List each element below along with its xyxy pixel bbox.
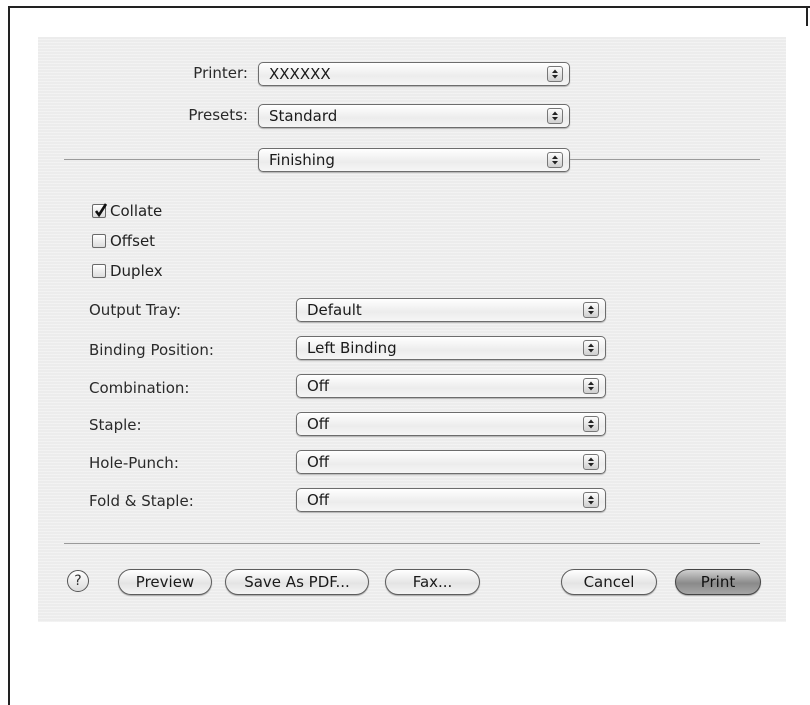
help-button[interactable]: ? — [67, 570, 89, 592]
popup-arrows-icon — [583, 492, 599, 508]
pane-popup[interactable]: Finishing — [258, 148, 570, 172]
fold-staple-value: Off — [307, 491, 330, 509]
printer-popup[interactable]: XXXXXX — [258, 62, 570, 86]
staple-popup[interactable]: Off — [296, 412, 606, 436]
presets-value: Standard — [269, 107, 338, 125]
popup-arrows-icon — [583, 302, 599, 318]
fold-staple-label: Fold & Staple: — [89, 492, 194, 510]
frame-border-top — [8, 6, 810, 8]
frame-border-right — [806, 6, 808, 26]
presets-popup[interactable]: Standard — [258, 104, 570, 128]
hole-punch-value: Off — [307, 453, 330, 471]
hole-punch-popup[interactable]: Off — [296, 450, 606, 474]
pane-separator-left — [64, 159, 258, 160]
output-tray-popup[interactable]: Default — [296, 298, 606, 322]
frame-border-left — [8, 6, 10, 705]
fold-staple-popup[interactable]: Off — [296, 488, 606, 512]
printer-label: Printer: — [193, 64, 248, 82]
popup-arrows-icon — [547, 66, 563, 82]
output-tray-value: Default — [307, 301, 362, 319]
printer-value: XXXXXX — [269, 65, 331, 83]
save-as-pdf-button[interactable]: Save As PDF... — [225, 569, 369, 595]
popup-arrows-icon — [547, 152, 563, 168]
popup-arrows-icon — [583, 340, 599, 356]
bottom-separator — [64, 543, 760, 544]
popup-arrows-icon — [583, 416, 599, 432]
offset-label: Offset — [110, 232, 156, 250]
collate-label: Collate — [110, 202, 163, 220]
popup-arrows-icon — [583, 454, 599, 470]
combination-popup[interactable]: Off — [296, 374, 606, 398]
print-button[interactable]: Print — [675, 569, 761, 595]
offset-checkbox[interactable] — [92, 234, 106, 248]
hole-punch-label: Hole-Punch: — [89, 454, 179, 472]
combination-value: Off — [307, 377, 330, 395]
duplex-checkbox[interactable] — [92, 264, 106, 278]
fax-button[interactable]: Fax... — [385, 569, 480, 595]
combination-label: Combination: — [89, 379, 190, 397]
preview-button[interactable]: Preview — [118, 569, 212, 595]
staple-value: Off — [307, 415, 330, 433]
output-tray-label: Output Tray: — [89, 301, 182, 319]
collate-checkbox[interactable] — [92, 203, 108, 218]
binding-position-popup[interactable]: Left Binding — [296, 336, 606, 360]
checkmark-icon — [94, 203, 108, 218]
duplex-label: Duplex — [110, 262, 163, 280]
binding-position-label: Binding Position: — [89, 341, 214, 359]
binding-position-value: Left Binding — [307, 339, 397, 357]
cancel-button[interactable]: Cancel — [561, 569, 657, 595]
pane-value: Finishing — [269, 151, 335, 169]
presets-label: Presets: — [188, 106, 248, 124]
popup-arrows-icon — [547, 108, 563, 124]
popup-arrows-icon — [583, 378, 599, 394]
staple-label: Staple: — [89, 416, 142, 434]
pane-separator-right — [570, 159, 760, 160]
